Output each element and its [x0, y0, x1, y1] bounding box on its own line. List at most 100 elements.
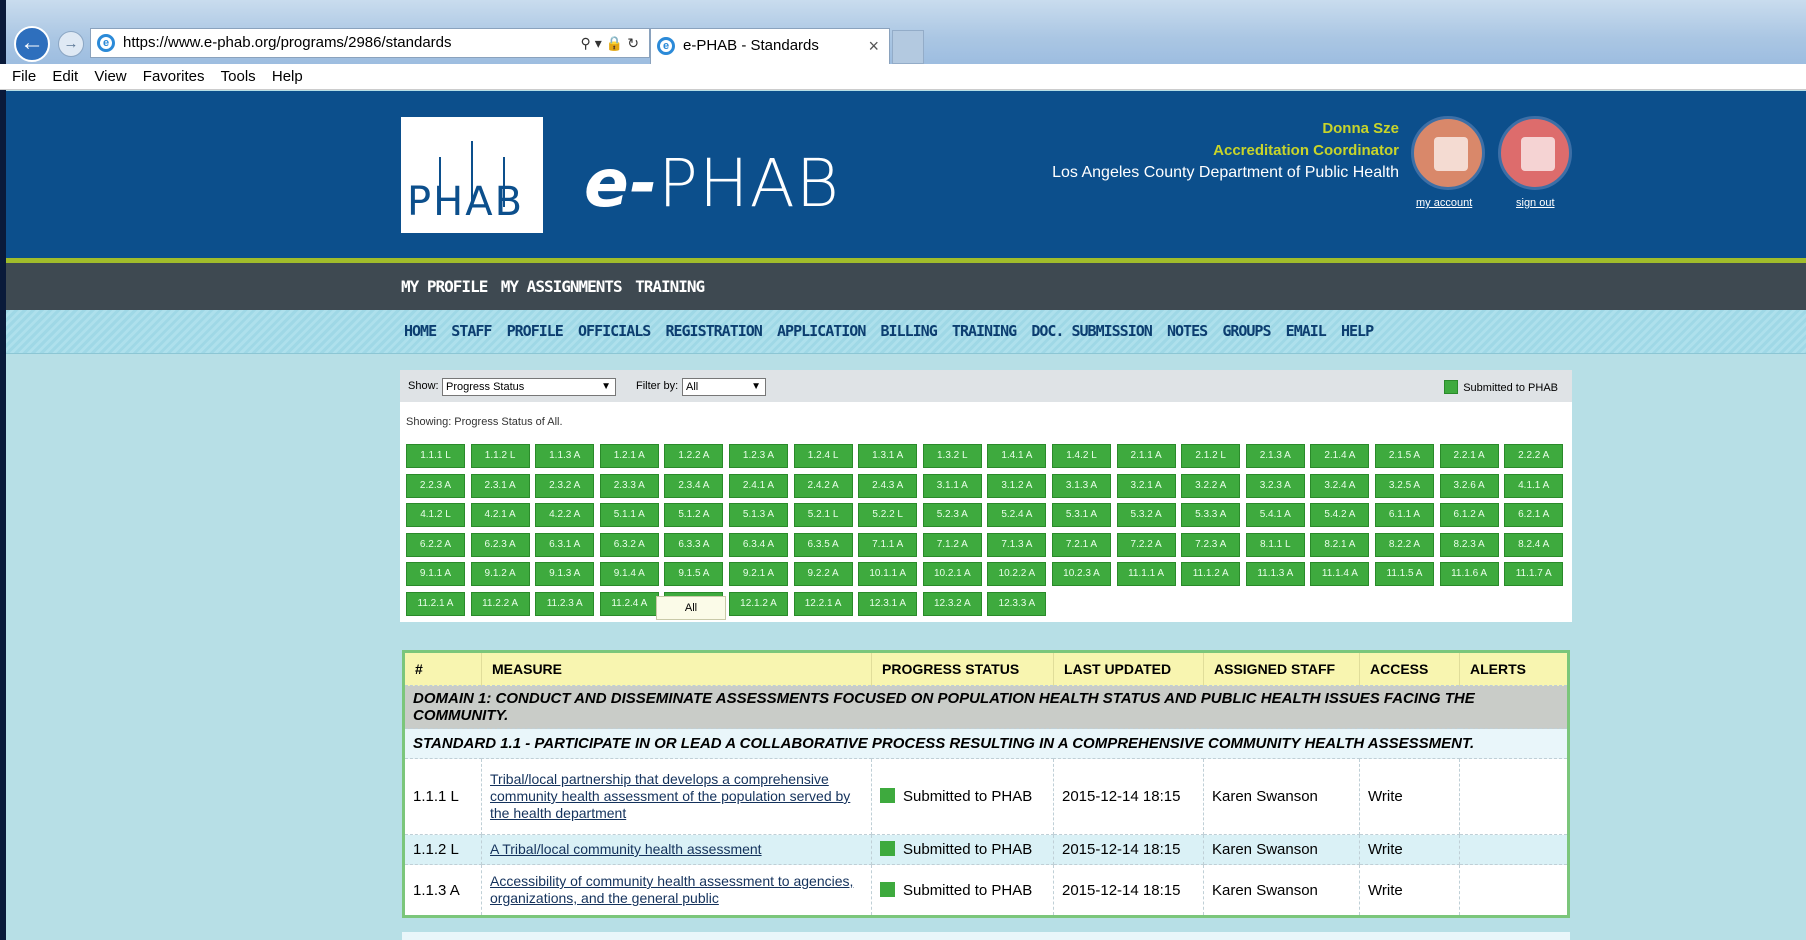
measure-link[interactable]: A Tribal/local community health assessme…: [490, 841, 762, 857]
col-alerts[interactable]: ALERTS: [1459, 651, 1569, 686]
measure-cell[interactable]: 12.2.1 A: [793, 592, 853, 616]
my-account-link[interactable]: my account: [1416, 197, 1472, 209]
menu-view[interactable]: View: [94, 68, 126, 85]
nav-groups[interactable]: GROUPS: [1222, 322, 1271, 340]
measure-cell[interactable]: 8.2.3 A: [1439, 532, 1499, 557]
measure-cell[interactable]: 11.1.7 A: [1504, 562, 1564, 587]
measure-cell[interactable]: 2.3.2 A: [535, 473, 595, 498]
measure-cell[interactable]: 12.3.2 A: [922, 592, 982, 616]
measure-cell[interactable]: 1.2.1 A: [599, 444, 659, 468]
measure-cell[interactable]: 4.1.2 L: [406, 503, 465, 528]
measure-cell[interactable]: 6.3.3 A: [664, 532, 724, 557]
sign-out-button[interactable]: [1498, 116, 1572, 190]
measure-cell[interactable]: 9.1.2 A: [470, 562, 530, 587]
measure-cell[interactable]: 2.4.2 A: [793, 473, 853, 498]
measure-cell[interactable]: 1.3.2 L: [922, 444, 982, 468]
phab-logo[interactable]: PHAB: [401, 117, 543, 233]
measure-cell[interactable]: 1.1.3 A: [535, 444, 595, 468]
measure-cell[interactable]: 10.1.1 A: [858, 562, 918, 587]
measure-cell[interactable]: 1.2.4 L: [793, 444, 853, 468]
measure-cell[interactable]: 11.1.3 A: [1245, 562, 1305, 587]
address-url[interactable]: https://www.e-phab.org/programs/2986/sta…: [123, 29, 452, 57]
measure-link[interactable]: Accessibility of community health assess…: [490, 873, 853, 906]
measure-cell[interactable]: 7.1.2 A: [922, 532, 982, 557]
measure-cell[interactable]: 5.1.2 A: [664, 503, 724, 528]
measure-cell[interactable]: 2.2.3 A: [406, 473, 465, 498]
measure-cell[interactable]: 6.1.1 A: [1375, 503, 1434, 528]
measure-cell[interactable]: 5.1.3 A: [729, 503, 788, 528]
measure-cell[interactable]: 5.2.2 L: [858, 503, 918, 528]
new-tab-button[interactable]: [892, 30, 924, 64]
menu-edit[interactable]: Edit: [52, 68, 78, 85]
measure-cell[interactable]: 4.1.1 A: [1504, 473, 1564, 498]
measure-cell[interactable]: 3.1.1 A: [922, 473, 982, 498]
nav-profile[interactable]: PROFILE: [507, 322, 564, 340]
measure-cell[interactable]: 5.1.1 A: [599, 503, 659, 528]
nav-help[interactable]: HELP: [1341, 322, 1374, 340]
all-button[interactable]: All: [656, 596, 726, 620]
measure-cell[interactable]: 9.1.5 A: [664, 562, 724, 587]
measure-cell[interactable]: 2.1.4 A: [1310, 444, 1370, 468]
measure-cell[interactable]: 11.2.1 A: [406, 592, 465, 616]
measure-cell[interactable]: 12.3.3 A: [987, 592, 1047, 616]
measure-cell[interactable]: 2.1.2 L: [1181, 444, 1241, 468]
measure-cell[interactable]: 8.2.4 A: [1504, 532, 1564, 557]
measure-cell[interactable]: 5.2.3 A: [922, 503, 982, 528]
col-access[interactable]: ACCESS: [1359, 651, 1460, 686]
measure-cell[interactable]: 2.1.3 A: [1245, 444, 1305, 468]
browser-tab[interactable]: e e-PHAB - Standards ×: [650, 28, 890, 64]
measure-cell[interactable]: 10.2.2 A: [987, 562, 1047, 587]
measure-cell[interactable]: 2.1.5 A: [1375, 444, 1434, 468]
measure-cell[interactable]: 6.2.1 A: [1504, 503, 1564, 528]
sign-out-link[interactable]: sign out: [1516, 197, 1555, 209]
col-number[interactable]: #: [403, 651, 482, 686]
measure-cell[interactable]: 6.3.5 A: [793, 532, 853, 557]
measure-cell[interactable]: 9.1.3 A: [535, 562, 595, 587]
nav-billing[interactable]: BILLING: [881, 322, 938, 340]
measure-cell[interactable]: 5.4.2 A: [1310, 503, 1370, 528]
nav-training[interactable]: TRAINING: [635, 277, 705, 296]
measure-cell[interactable]: 1.2.3 A: [729, 444, 788, 468]
nav-my-assignments[interactable]: MY ASSIGNMENTS: [501, 277, 623, 296]
nav-staff[interactable]: STAFF: [451, 322, 492, 340]
measure-cell[interactable]: 11.2.2 A: [470, 592, 530, 616]
col-assigned-staff[interactable]: ASSIGNED STAFF: [1203, 651, 1360, 686]
measure-cell[interactable]: 1.4.2 L: [1052, 444, 1111, 468]
measure-cell[interactable]: 9.1.4 A: [599, 562, 659, 587]
measure-cell[interactable]: 3.2.5 A: [1375, 473, 1434, 498]
measure-cell[interactable]: 11.2.4 A: [599, 592, 659, 616]
measure-cell[interactable]: 6.1.2 A: [1439, 503, 1499, 528]
measure-cell[interactable]: 7.2.1 A: [1052, 532, 1111, 557]
nav-officials[interactable]: OFFICIALS: [578, 322, 651, 340]
col-last-updated[interactable]: LAST UPDATED: [1053, 651, 1204, 686]
address-bar[interactable]: e https://www.e-phab.org/programs/2986/s…: [90, 28, 650, 58]
menu-tools[interactable]: Tools: [221, 68, 256, 85]
measure-cell[interactable]: 7.2.3 A: [1181, 532, 1241, 557]
measure-cell[interactable]: 11.2.3 A: [535, 592, 595, 616]
measure-cell[interactable]: 10.2.3 A: [1052, 562, 1111, 587]
measure-cell[interactable]: 6.2.3 A: [470, 532, 530, 557]
measure-cell[interactable]: 2.1.1 A: [1116, 444, 1176, 468]
measure-cell[interactable]: 2.2.1 A: [1439, 444, 1499, 468]
measure-cell[interactable]: 1.2.2 A: [664, 444, 724, 468]
show-select[interactable]: Progress Status ▼: [442, 378, 616, 396]
col-progress-status[interactable]: PROGRESS STATUS: [871, 651, 1054, 686]
col-measure[interactable]: MEASURE: [481, 651, 872, 686]
measure-cell[interactable]: 2.4.1 A: [729, 473, 788, 498]
measure-cell[interactable]: 6.3.4 A: [729, 532, 788, 557]
menu-help[interactable]: Help: [272, 68, 303, 85]
measure-cell[interactable]: 5.2.1 L: [793, 503, 853, 528]
measure-cell[interactable]: 3.1.2 A: [987, 473, 1047, 498]
nav-registration[interactable]: REGISTRATION: [665, 322, 762, 340]
measure-cell[interactable]: 5.2.4 A: [987, 503, 1047, 528]
measure-cell[interactable]: 6.3.2 A: [599, 532, 659, 557]
measure-cell[interactable]: 3.1.3 A: [1052, 473, 1111, 498]
nav-application[interactable]: APPLICATION: [777, 322, 866, 340]
measure-cell[interactable]: 1.4.1 A: [987, 444, 1047, 468]
measure-cell[interactable]: 11.1.6 A: [1439, 562, 1499, 587]
measure-cell[interactable]: 2.3.4 A: [664, 473, 724, 498]
measure-cell[interactable]: 9.1.1 A: [406, 562, 465, 587]
nav-doc-submission[interactable]: DOC. SUBMISSION: [1031, 322, 1152, 340]
measure-cell[interactable]: 6.3.1 A: [535, 532, 595, 557]
measure-cell[interactable]: 5.3.3 A: [1181, 503, 1241, 528]
